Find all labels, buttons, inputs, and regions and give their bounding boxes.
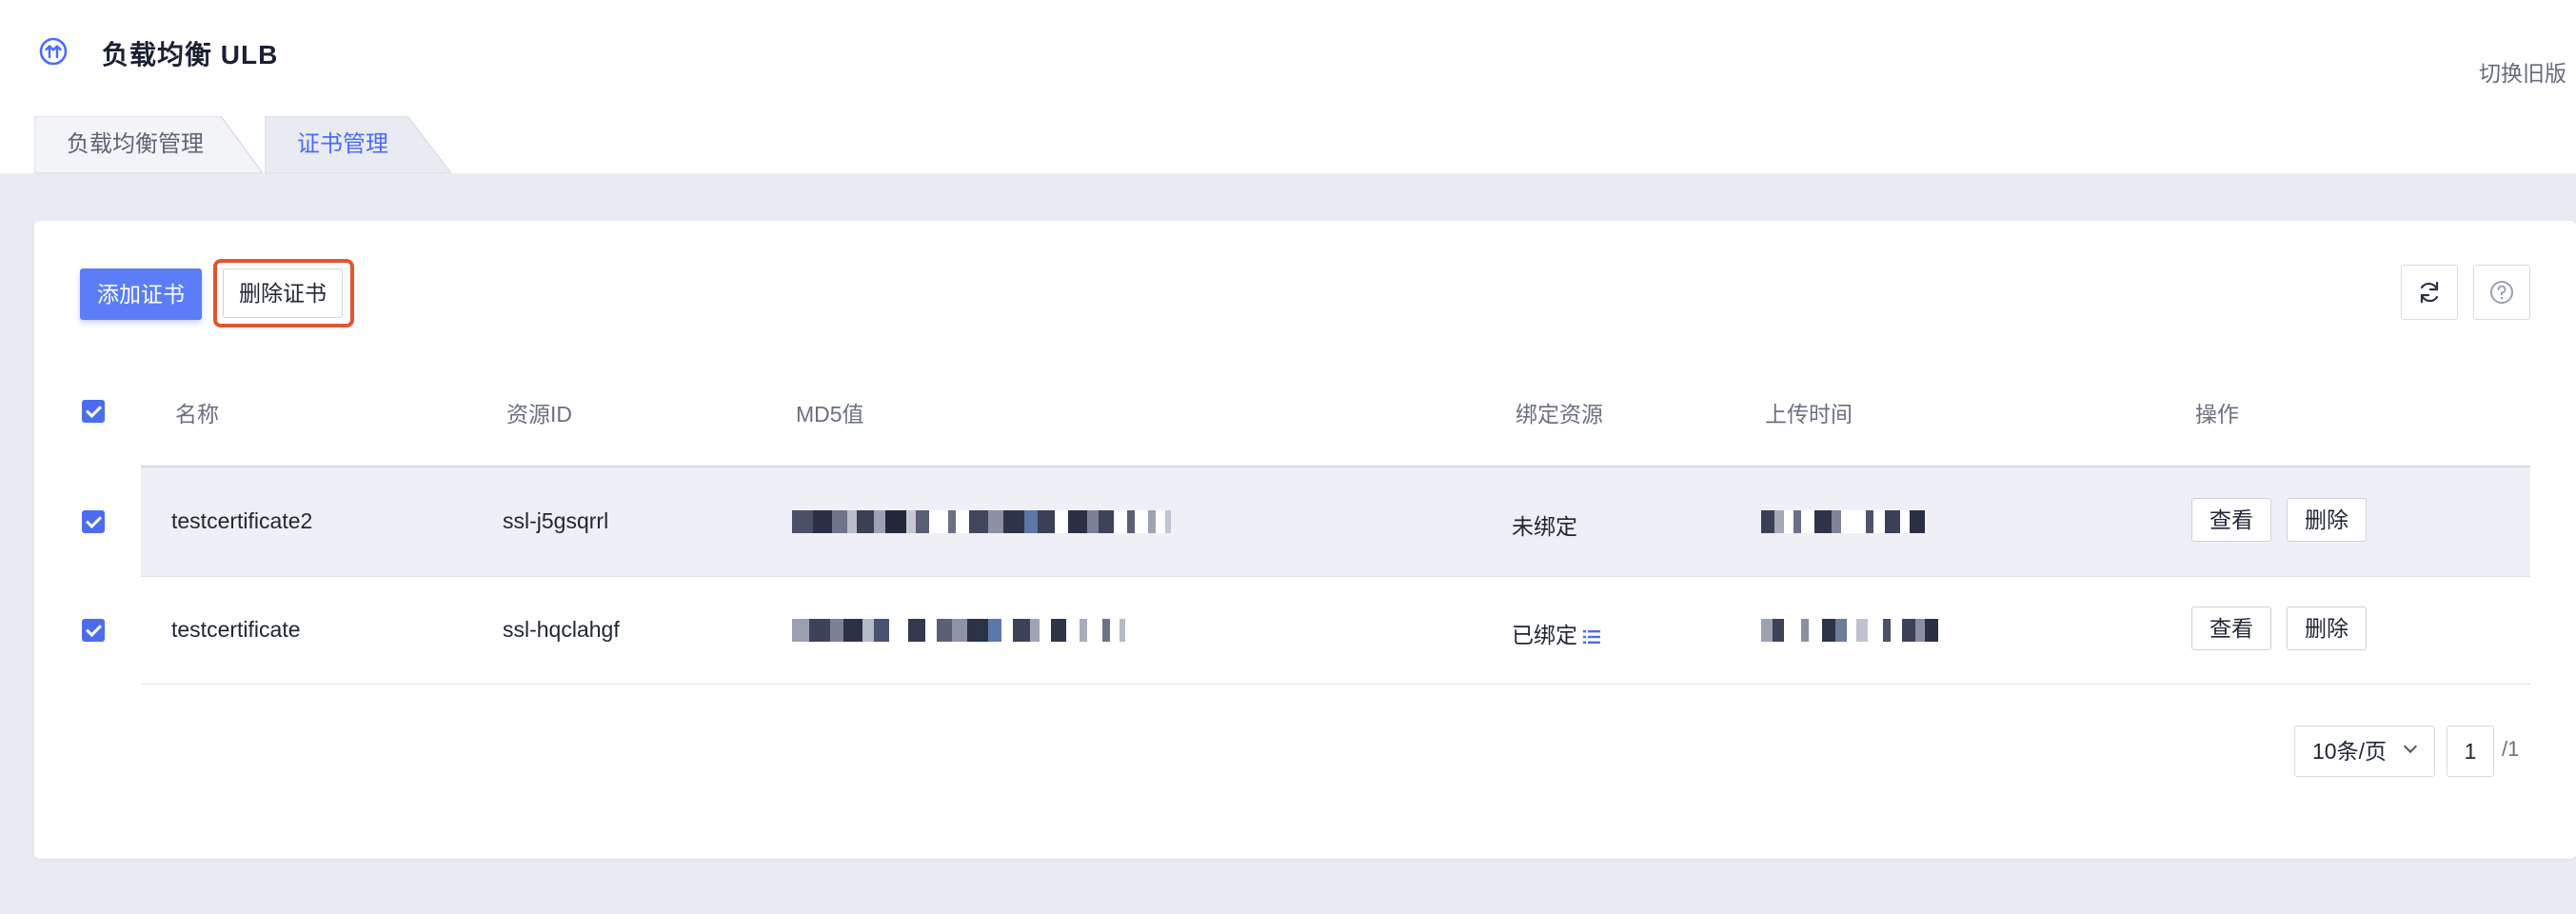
refresh-icon [2420, 281, 2439, 304]
chevron-down-icon [2403, 739, 2418, 754]
binding-status: 已绑定 [1512, 617, 1600, 649]
app-header: 负载均衡 ULB 切换旧版 负载均衡管理 证书管理 [0, 0, 2576, 173]
binding-status-text: 已绑定 [1512, 623, 1577, 647]
resource-id: ssl-j5gsqrrl [503, 508, 609, 533]
switch-old-version-link[interactable]: 切换旧版 [2479, 55, 2566, 88]
tab-label: 证书管理 [297, 131, 388, 157]
page-number-input[interactable]: 1 [2447, 725, 2494, 777]
page-total: /1 [2502, 737, 2520, 761]
column-header-resource-id: 资源ID [506, 402, 572, 427]
row-divider [141, 684, 2530, 685]
refresh-button[interactable] [2401, 265, 2458, 320]
page-size-select[interactable]: 10条/页 [2294, 725, 2435, 777]
view-button[interactable]: 查看 [2191, 606, 2271, 650]
row-divider [141, 576, 2530, 577]
column-header-binding: 绑定资源 [1516, 402, 1603, 427]
column-header-upload-time: 上传时间 [1765, 402, 1853, 427]
delete-button[interactable]: 删除 [2287, 606, 2367, 650]
row-checkbox[interactable] [82, 510, 105, 533]
select-all-checkbox[interactable] [82, 400, 105, 423]
load-balancer-icon [39, 37, 68, 66]
certificate-name: testcertificate [171, 617, 301, 642]
tab-load-balancer[interactable]: 负载均衡管理 [34, 116, 263, 173]
tab-certificate[interactable]: 证书管理 [265, 116, 451, 173]
view-button[interactable]: 查看 [2191, 498, 2271, 542]
table-row [141, 467, 2530, 576]
binding-status: 未绑定 [1512, 514, 1577, 539]
help-icon [2490, 281, 2513, 304]
column-header-md5: MD5值 [796, 402, 864, 427]
page-size-value: 10条/页 [2312, 739, 2387, 764]
column-header-name: 名称 [175, 402, 219, 427]
delete-certificate-button[interactable]: 删除证书 [223, 268, 343, 318]
upload-time-redacted [1761, 618, 1938, 643]
help-button[interactable] [2473, 265, 2530, 320]
md5-redacted [792, 509, 1171, 534]
row-checkbox[interactable] [82, 619, 105, 642]
delete-button[interactable]: 删除 [2287, 498, 2367, 542]
column-header-actions: 操作 [2195, 402, 2239, 427]
certificate-name: testcertificate2 [171, 508, 313, 533]
upload-time-redacted [1761, 509, 1925, 534]
list-icon[interactable] [1583, 629, 1600, 645]
tab-label: 负载均衡管理 [67, 131, 204, 157]
add-certificate-button[interactable]: 添加证书 [80, 268, 202, 320]
resource-id: ssl-hqclahgf [503, 617, 620, 642]
md5-redacted [792, 618, 1125, 643]
page-title: 负载均衡 ULB [102, 40, 279, 70]
